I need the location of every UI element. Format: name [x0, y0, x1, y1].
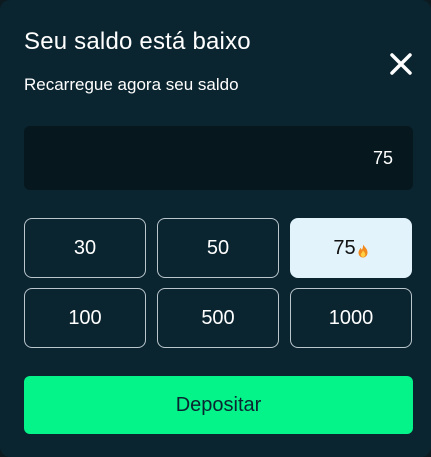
- amount-option-1000[interactable]: 1000: [290, 288, 412, 348]
- amount-option-label: 1000: [328, 306, 374, 329]
- amount-option-100[interactable]: 100: [24, 288, 146, 348]
- amount-input[interactable]: 75: [24, 126, 413, 190]
- deposit-button-label: Depositar: [175, 393, 262, 416]
- deposit-button[interactable]: Depositar: [24, 376, 413, 434]
- amount-value: 75: [372, 148, 393, 168]
- fire-icon: [357, 241, 369, 258]
- amount-option-label: 75: [333, 236, 356, 259]
- amount-option-label: 500: [201, 306, 235, 329]
- amount-option-50[interactable]: 50: [157, 218, 279, 278]
- low-balance-modal: Seu saldo está baixo Recarregue agora se…: [0, 0, 431, 457]
- modal-title: Seu saldo está baixo: [24, 28, 251, 55]
- modal-subtitle: Recarregue agora seu saldo: [24, 75, 239, 94]
- amount-option-75[interactable]: 75: [290, 218, 412, 278]
- amount-option-label: 100: [68, 306, 102, 329]
- amount-option-label: 50: [206, 236, 230, 259]
- amount-option-500[interactable]: 500: [157, 288, 279, 348]
- amount-option-label: 30: [73, 236, 97, 259]
- close-icon[interactable]: [383, 46, 419, 82]
- amount-option-30[interactable]: 30: [24, 218, 146, 278]
